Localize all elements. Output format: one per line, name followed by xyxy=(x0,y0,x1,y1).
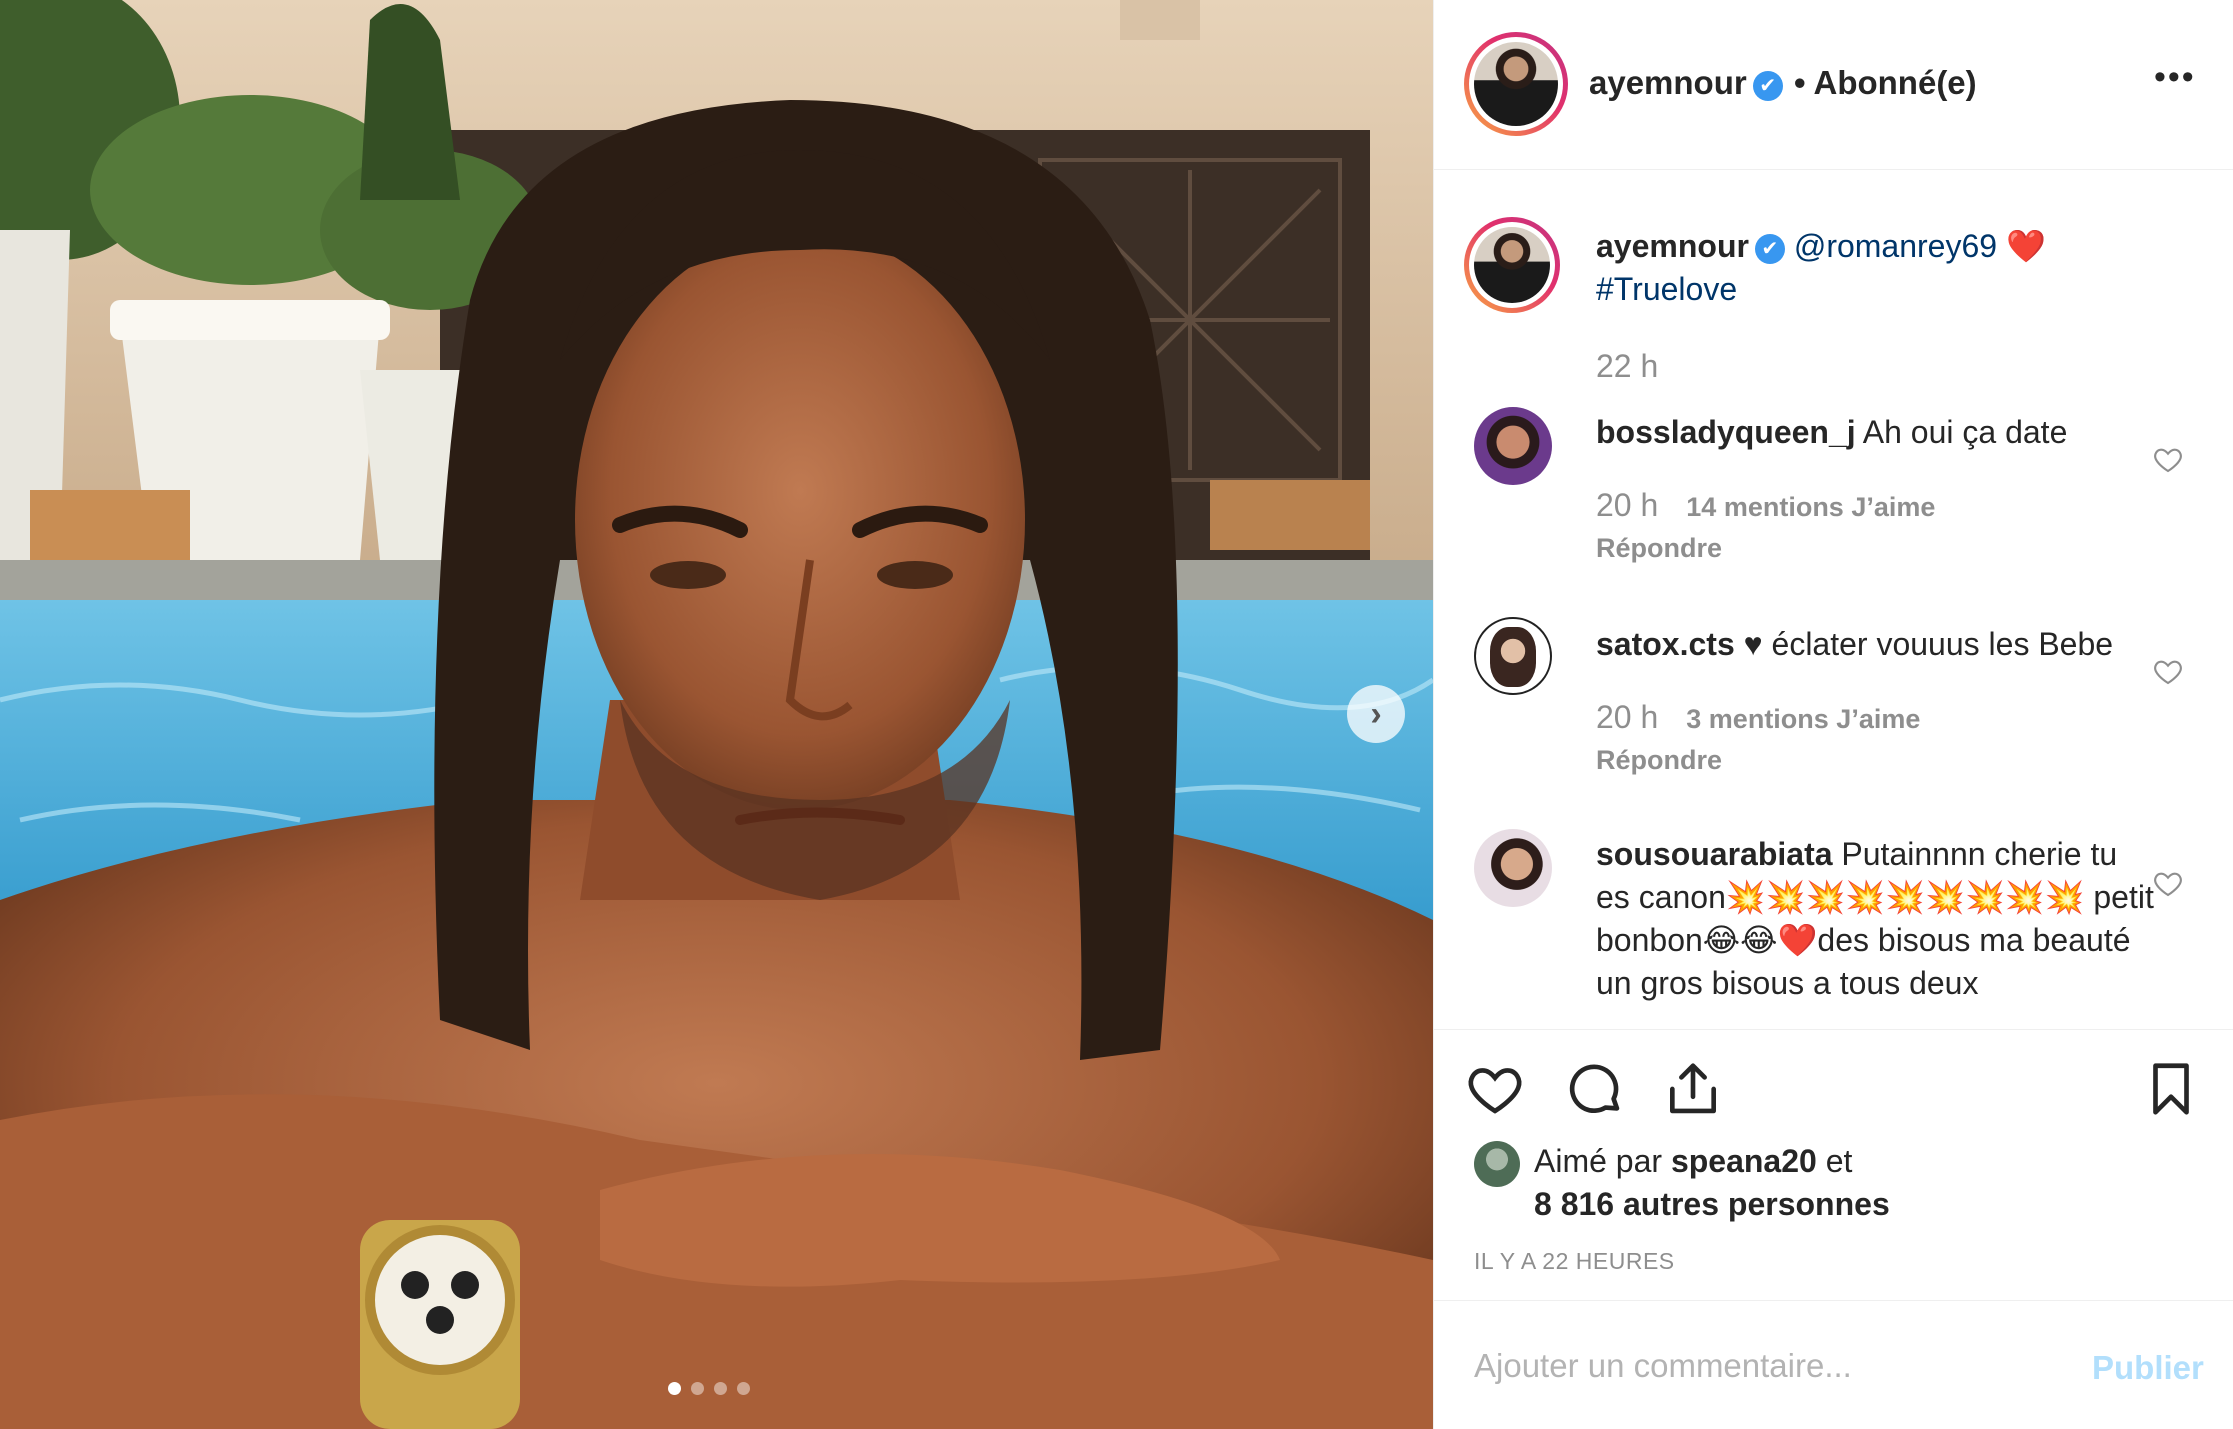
comment-time: 20 h xyxy=(1596,487,1659,523)
comment-meta: 20 h 14 mentions J’aime xyxy=(1596,487,1935,524)
like-comment-heart-icon[interactable] xyxy=(2152,867,2184,899)
carousel-dot xyxy=(737,1382,750,1395)
caption-hashtag[interactable]: #Truelove xyxy=(1596,271,1737,307)
liked-by-avatar[interactable] xyxy=(1474,1141,1520,1187)
follow-status[interactable]: • Abonné(e) xyxy=(1794,64,1977,102)
add-comment-bar: Publier xyxy=(1434,1300,2233,1429)
post-photo: › xyxy=(0,0,1433,1429)
comment-body: Ah oui ça date xyxy=(1862,414,2068,450)
like-heart-icon[interactable] xyxy=(1464,1058,1526,1120)
post-actions: Aimé par speana20 et 8 816 autres person… xyxy=(1434,1029,2233,1429)
like-comment-heart-icon[interactable] xyxy=(2152,443,2184,475)
caption-emoji: ❤️ xyxy=(2005,228,2046,264)
comment-avatar[interactable] xyxy=(1474,617,1552,695)
publish-button[interactable]: Publier xyxy=(2092,1349,2204,1387)
caption-username[interactable]: ayemnour xyxy=(1596,228,1749,264)
reply-button[interactable]: Répondre xyxy=(1596,745,1722,776)
comment-username[interactable]: bossladyqueen_j xyxy=(1596,414,1856,450)
like-comment-heart-icon[interactable] xyxy=(2152,655,2184,687)
comments-list[interactable]: ayemnour ✔ @romanrey69 ❤️ #Truelove 22 h … xyxy=(1434,171,2233,1029)
author-avatar[interactable] xyxy=(1464,32,1568,136)
caption-time: 22 h xyxy=(1596,348,1659,384)
next-slide-button[interactable]: › xyxy=(1347,685,1405,743)
carousel-dot xyxy=(691,1382,704,1395)
comment-username[interactable]: sousouarabiata xyxy=(1596,836,1833,872)
author-username[interactable]: ayemnour xyxy=(1589,64,1747,101)
carousel-dot xyxy=(714,1382,727,1395)
post-timestamp[interactable]: IL Y A 22 HEURES xyxy=(1474,1248,1675,1275)
comment-likes[interactable]: 14 mentions J’aime xyxy=(1686,492,1935,522)
comment-bubble-icon[interactable] xyxy=(1564,1058,1626,1120)
comment-avatar[interactable] xyxy=(1474,829,1552,907)
post-side-panel: ayemnour ✔ • Abonné(e) ••• ayemnour ✔ @rom… xyxy=(1433,0,2233,1429)
author-name-wrap: ayemnour ✔ xyxy=(1589,64,1783,102)
comment-time: 20 h xyxy=(1596,699,1659,735)
comment-meta: 20 h 3 mentions J’aime xyxy=(1596,699,1920,736)
caption-mention[interactable]: @romanrey69 xyxy=(1794,228,1997,264)
verified-badge-icon: ✔ xyxy=(1754,234,1785,264)
liked-by-and: et xyxy=(1825,1143,1853,1179)
comment-text: bossladyqueen_j Ah oui ça date xyxy=(1596,411,2156,454)
caption-text: ayemnour ✔ @romanrey69 ❤️ #Truelove xyxy=(1596,225,2156,311)
post-header: ayemnour ✔ • Abonné(e) ••• xyxy=(1434,0,2233,170)
reply-button[interactable]: Répondre xyxy=(1596,533,1722,564)
carousel-indicator xyxy=(668,1382,750,1395)
comment-body: ♥︎ éclater vouuus les Bebe xyxy=(1743,626,2114,662)
liked-by-summary: Aimé par speana20 et 8 816 autres person… xyxy=(1534,1140,1890,1226)
liked-by-prefix: Aimé par xyxy=(1534,1143,1663,1179)
more-options-icon[interactable]: ••• xyxy=(2154,58,2196,97)
caption-avatar[interactable] xyxy=(1464,217,1560,313)
liked-by-count[interactable]: 8 816 autres personnes xyxy=(1534,1186,1890,1222)
comment-likes[interactable]: 3 mentions J’aime xyxy=(1686,704,1920,734)
verified-badge-icon: ✔ xyxy=(1752,71,1783,101)
carousel-dot xyxy=(668,1382,681,1395)
comment-text: satox.cts ♥︎ éclater vouuus les Bebe xyxy=(1596,623,2156,666)
post-image xyxy=(0,0,1433,1429)
comment-text: sousouarabiata Putainnnn cherie tu es ca… xyxy=(1596,833,2156,1005)
bookmark-icon[interactable] xyxy=(2140,1058,2202,1120)
comment-input[interactable] xyxy=(1474,1341,2034,1391)
share-icon[interactable] xyxy=(1662,1058,1724,1120)
chevron-right-icon: › xyxy=(1370,694,1382,733)
comment-avatar[interactable] xyxy=(1474,407,1552,485)
comment-username[interactable]: satox.cts xyxy=(1596,626,1735,662)
liked-by-user[interactable]: speana20 xyxy=(1671,1143,1817,1179)
